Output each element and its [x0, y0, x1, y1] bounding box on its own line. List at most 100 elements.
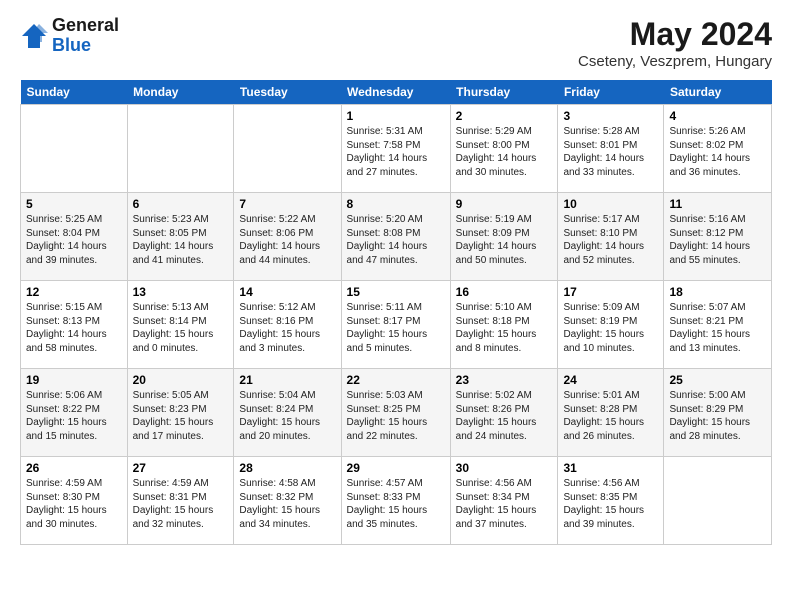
- calendar-cell: 6 Sunrise: 5:23 AMSunset: 8:05 PMDayligh…: [127, 193, 234, 281]
- day-info: Sunrise: 5:02 AMSunset: 8:26 PMDaylight:…: [456, 389, 553, 443]
- day-info: Sunrise: 5:16 AMSunset: 8:12 PMDaylight:…: [669, 213, 766, 267]
- month-year-title: May 2024: [578, 16, 772, 53]
- day-number: 10: [563, 197, 658, 211]
- location-subtitle: Cseteny, Veszprem, Hungary: [578, 53, 772, 70]
- calendar-cell: 8 Sunrise: 5:20 AMSunset: 8:08 PMDayligh…: [341, 193, 450, 281]
- calendar-cell: 18 Sunrise: 5:07 AMSunset: 8:21 PMDaylig…: [664, 281, 772, 369]
- day-number: 27: [133, 461, 229, 475]
- day-number: 16: [456, 285, 553, 299]
- day-info: Sunrise: 4:56 AMSunset: 8:35 PMDaylight:…: [563, 477, 658, 531]
- calendar-cell: 15 Sunrise: 5:11 AMSunset: 8:17 PMDaylig…: [341, 281, 450, 369]
- day-number: 5: [26, 197, 122, 211]
- day-number: 7: [239, 197, 335, 211]
- day-number: 18: [669, 285, 766, 299]
- day-number: 30: [456, 461, 553, 475]
- day-number: 4: [669, 109, 766, 123]
- day-info: Sunrise: 5:04 AMSunset: 8:24 PMDaylight:…: [239, 389, 335, 443]
- day-number: 2: [456, 109, 553, 123]
- day-number: 8: [347, 197, 445, 211]
- calendar-week-row: 26 Sunrise: 4:59 AMSunset: 8:30 PMDaylig…: [21, 457, 772, 545]
- day-info: Sunrise: 4:56 AMSunset: 8:34 PMDaylight:…: [456, 477, 553, 531]
- logo-icon: [20, 22, 48, 50]
- calendar-cell: 11 Sunrise: 5:16 AMSunset: 8:12 PMDaylig…: [664, 193, 772, 281]
- calendar-cell: 12 Sunrise: 5:15 AMSunset: 8:13 PMDaylig…: [21, 281, 128, 369]
- calendar-cell: 21 Sunrise: 5:04 AMSunset: 8:24 PMDaylig…: [234, 369, 341, 457]
- day-number: 12: [26, 285, 122, 299]
- day-info: Sunrise: 5:15 AMSunset: 8:13 PMDaylight:…: [26, 301, 122, 355]
- calendar-cell: 28 Sunrise: 4:58 AMSunset: 8:32 PMDaylig…: [234, 457, 341, 545]
- calendar-cell: 5 Sunrise: 5:25 AMSunset: 8:04 PMDayligh…: [21, 193, 128, 281]
- day-info: Sunrise: 5:12 AMSunset: 8:16 PMDaylight:…: [239, 301, 335, 355]
- calendar-week-row: 19 Sunrise: 5:06 AMSunset: 8:22 PMDaylig…: [21, 369, 772, 457]
- page-header: General Blue May 2024 Cseteny, Veszprem,…: [20, 16, 772, 70]
- logo: General Blue: [20, 16, 119, 56]
- calendar-cell: 20 Sunrise: 5:05 AMSunset: 8:23 PMDaylig…: [127, 369, 234, 457]
- day-number: 3: [563, 109, 658, 123]
- weekday-header-friday: Friday: [558, 80, 664, 105]
- day-info: Sunrise: 4:57 AMSunset: 8:33 PMDaylight:…: [347, 477, 445, 531]
- calendar-cell: [127, 105, 234, 193]
- calendar-cell: 26 Sunrise: 4:59 AMSunset: 8:30 PMDaylig…: [21, 457, 128, 545]
- day-info: Sunrise: 5:31 AMSunset: 7:58 PMDaylight:…: [347, 125, 445, 179]
- calendar-cell: 23 Sunrise: 5:02 AMSunset: 8:26 PMDaylig…: [450, 369, 558, 457]
- day-info: Sunrise: 5:28 AMSunset: 8:01 PMDaylight:…: [563, 125, 658, 179]
- day-info: Sunrise: 4:59 AMSunset: 8:31 PMDaylight:…: [133, 477, 229, 531]
- day-number: 28: [239, 461, 335, 475]
- weekday-header-sunday: Sunday: [21, 80, 128, 105]
- calendar-cell: 29 Sunrise: 4:57 AMSunset: 8:33 PMDaylig…: [341, 457, 450, 545]
- title-block: May 2024 Cseteny, Veszprem, Hungary: [578, 16, 772, 70]
- day-info: Sunrise: 5:19 AMSunset: 8:09 PMDaylight:…: [456, 213, 553, 267]
- day-number: 24: [563, 373, 658, 387]
- day-number: 21: [239, 373, 335, 387]
- day-number: 31: [563, 461, 658, 475]
- day-number: 17: [563, 285, 658, 299]
- day-info: Sunrise: 5:23 AMSunset: 8:05 PMDaylight:…: [133, 213, 229, 267]
- calendar-week-row: 1 Sunrise: 5:31 AMSunset: 7:58 PMDayligh…: [21, 105, 772, 193]
- logo-text: General Blue: [52, 16, 119, 56]
- day-number: 11: [669, 197, 766, 211]
- day-info: Sunrise: 5:03 AMSunset: 8:25 PMDaylight:…: [347, 389, 445, 443]
- calendar-cell: 9 Sunrise: 5:19 AMSunset: 8:09 PMDayligh…: [450, 193, 558, 281]
- day-number: 20: [133, 373, 229, 387]
- calendar-cell: 22 Sunrise: 5:03 AMSunset: 8:25 PMDaylig…: [341, 369, 450, 457]
- day-number: 14: [239, 285, 335, 299]
- day-info: Sunrise: 5:00 AMSunset: 8:29 PMDaylight:…: [669, 389, 766, 443]
- calendar-cell: 30 Sunrise: 4:56 AMSunset: 8:34 PMDaylig…: [450, 457, 558, 545]
- day-number: 6: [133, 197, 229, 211]
- weekday-header-monday: Monday: [127, 80, 234, 105]
- day-info: Sunrise: 5:07 AMSunset: 8:21 PMDaylight:…: [669, 301, 766, 355]
- calendar-cell: 10 Sunrise: 5:17 AMSunset: 8:10 PMDaylig…: [558, 193, 664, 281]
- calendar-cell: 4 Sunrise: 5:26 AMSunset: 8:02 PMDayligh…: [664, 105, 772, 193]
- day-number: 15: [347, 285, 445, 299]
- calendar-cell: 16 Sunrise: 5:10 AMSunset: 8:18 PMDaylig…: [450, 281, 558, 369]
- calendar-cell: 25 Sunrise: 5:00 AMSunset: 8:29 PMDaylig…: [664, 369, 772, 457]
- day-info: Sunrise: 5:01 AMSunset: 8:28 PMDaylight:…: [563, 389, 658, 443]
- calendar-cell: 19 Sunrise: 5:06 AMSunset: 8:22 PMDaylig…: [21, 369, 128, 457]
- day-number: 19: [26, 373, 122, 387]
- day-info: Sunrise: 5:09 AMSunset: 8:19 PMDaylight:…: [563, 301, 658, 355]
- calendar-cell: [234, 105, 341, 193]
- calendar-cell: 7 Sunrise: 5:22 AMSunset: 8:06 PMDayligh…: [234, 193, 341, 281]
- day-info: Sunrise: 5:29 AMSunset: 8:00 PMDaylight:…: [456, 125, 553, 179]
- calendar-cell: [21, 105, 128, 193]
- day-number: 25: [669, 373, 766, 387]
- day-info: Sunrise: 5:11 AMSunset: 8:17 PMDaylight:…: [347, 301, 445, 355]
- day-info: Sunrise: 5:22 AMSunset: 8:06 PMDaylight:…: [239, 213, 335, 267]
- calendar-cell: 27 Sunrise: 4:59 AMSunset: 8:31 PMDaylig…: [127, 457, 234, 545]
- calendar-cell: [664, 457, 772, 545]
- day-number: 23: [456, 373, 553, 387]
- day-info: Sunrise: 5:20 AMSunset: 8:08 PMDaylight:…: [347, 213, 445, 267]
- day-info: Sunrise: 5:26 AMSunset: 8:02 PMDaylight:…: [669, 125, 766, 179]
- day-info: Sunrise: 5:06 AMSunset: 8:22 PMDaylight:…: [26, 389, 122, 443]
- calendar-cell: 13 Sunrise: 5:13 AMSunset: 8:14 PMDaylig…: [127, 281, 234, 369]
- calendar-cell: 1 Sunrise: 5:31 AMSunset: 7:58 PMDayligh…: [341, 105, 450, 193]
- calendar-week-row: 5 Sunrise: 5:25 AMSunset: 8:04 PMDayligh…: [21, 193, 772, 281]
- day-number: 1: [347, 109, 445, 123]
- calendar-cell: 17 Sunrise: 5:09 AMSunset: 8:19 PMDaylig…: [558, 281, 664, 369]
- day-info: Sunrise: 5:13 AMSunset: 8:14 PMDaylight:…: [133, 301, 229, 355]
- calendar-cell: 31 Sunrise: 4:56 AMSunset: 8:35 PMDaylig…: [558, 457, 664, 545]
- calendar-cell: 24 Sunrise: 5:01 AMSunset: 8:28 PMDaylig…: [558, 369, 664, 457]
- day-info: Sunrise: 4:58 AMSunset: 8:32 PMDaylight:…: [239, 477, 335, 531]
- weekday-header-thursday: Thursday: [450, 80, 558, 105]
- calendar-cell: 14 Sunrise: 5:12 AMSunset: 8:16 PMDaylig…: [234, 281, 341, 369]
